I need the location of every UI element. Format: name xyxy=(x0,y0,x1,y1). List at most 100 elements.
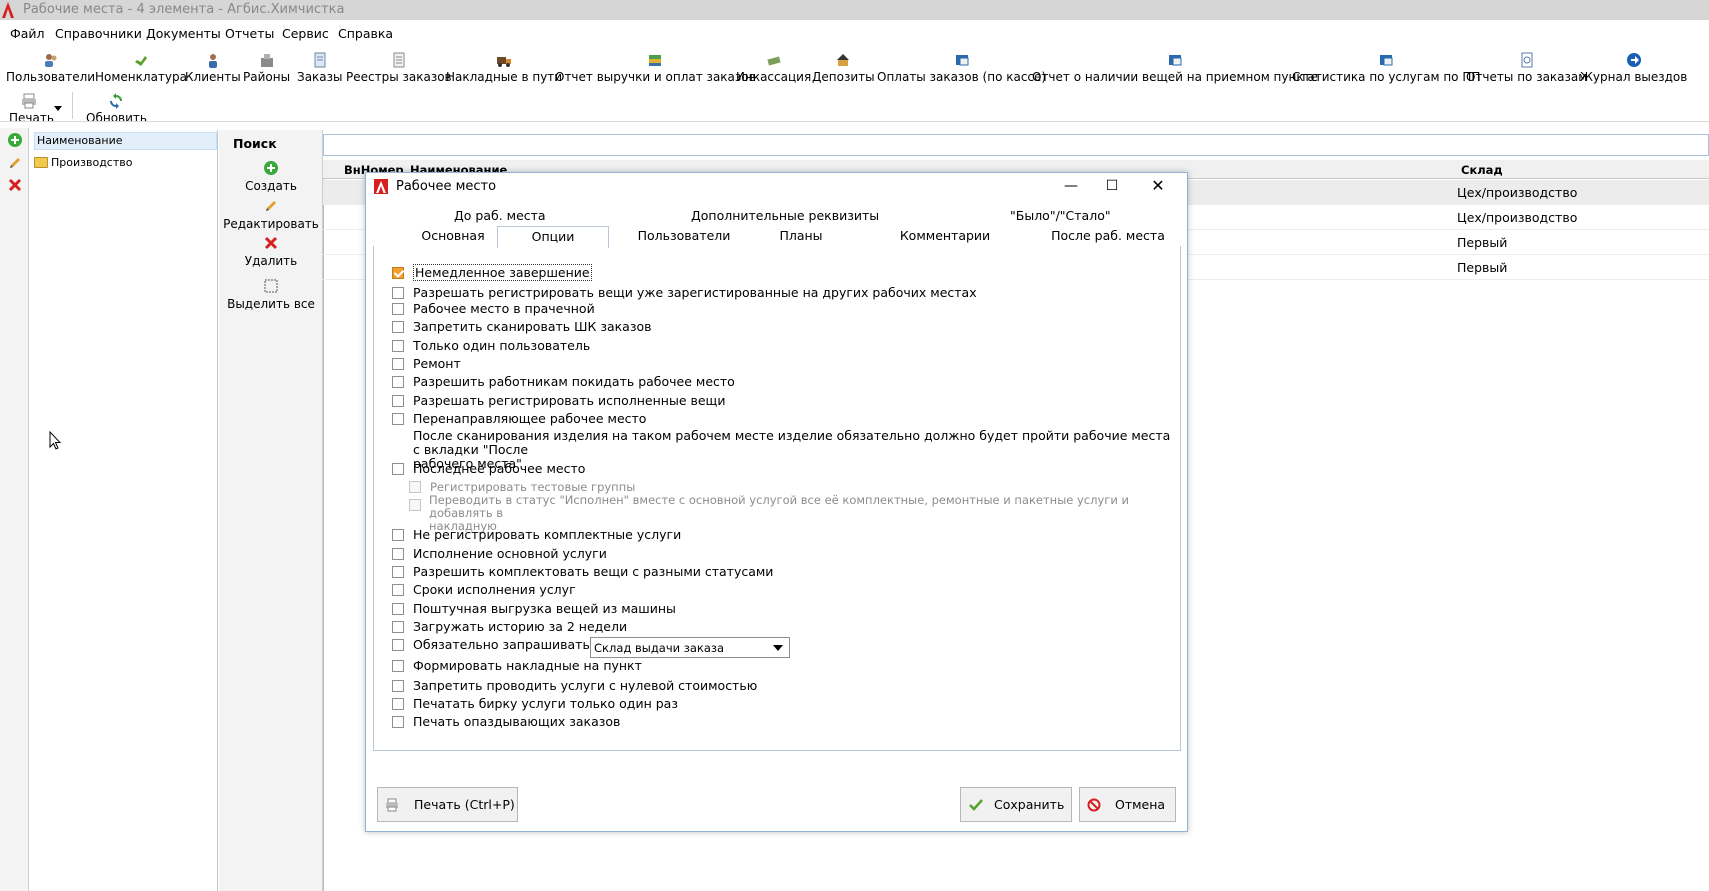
checkbox[interactable] xyxy=(392,320,404,333)
menu-reports[interactable]: Отчеты xyxy=(225,26,274,41)
checkbox[interactable] xyxy=(392,583,404,596)
edit-button[interactable]: Редактировать xyxy=(219,199,323,231)
payments-icon xyxy=(955,55,969,66)
tree-panel xyxy=(30,130,218,891)
option-forbid-zero-cost[interactable]: Запретить проводить услуги с нулевой сто… xyxy=(392,678,757,693)
checkbox[interactable] xyxy=(392,266,404,279)
toolbar-orders-button[interactable]: Заказы xyxy=(297,52,343,84)
toolbar-stock-report-button[interactable]: Отчет о наличии вещей на приемном пункте xyxy=(1032,52,1318,84)
checkbox[interactable] xyxy=(392,638,404,651)
menu-references[interactable]: Справочники xyxy=(55,26,142,41)
tab-options[interactable]: Опции xyxy=(497,226,609,248)
option-allow-register-completed[interactable]: Разрешать регистрировать исполненные вещ… xyxy=(392,393,725,408)
checkbox[interactable] xyxy=(392,715,404,728)
delete-button[interactable]: Удалить xyxy=(219,236,323,268)
option-laundry-workplace[interactable]: Рабочее место в прачечной xyxy=(392,301,595,316)
tab-comments[interactable]: Комментарии xyxy=(890,226,1000,248)
option-print-tag-once[interactable]: Печатать бирку услуги только один раз xyxy=(392,696,678,711)
tab-was-became[interactable]: "Было"/"Стало" xyxy=(1010,208,1111,223)
edit-icon[interactable] xyxy=(8,156,22,170)
tab-plans[interactable]: Планы xyxy=(766,226,836,248)
search-input[interactable] xyxy=(323,134,1709,156)
option-register-test-groups[interactable]: Регистрировать тестовые группы xyxy=(409,480,635,494)
checkbox[interactable] xyxy=(392,565,404,578)
menu-documents[interactable]: Документы xyxy=(146,26,221,41)
toolbar-deposits-button[interactable]: Депозиты xyxy=(812,52,875,84)
delete-icon[interactable] xyxy=(8,178,22,192)
checkbox[interactable] xyxy=(392,697,404,710)
option-allow-mixed-statuses[interactable]: Разрешить комплектовать вещи с разными с… xyxy=(392,564,773,579)
checkbox[interactable] xyxy=(392,679,404,692)
checkbox[interactable] xyxy=(392,547,404,560)
minimize-icon[interactable]: — xyxy=(1061,177,1081,195)
select-all-button[interactable]: Выделить все xyxy=(219,279,323,311)
column-warehouse[interactable]: Склад xyxy=(1461,163,1503,177)
select-all-icon xyxy=(264,279,278,293)
checkbox[interactable] xyxy=(392,620,404,633)
toolbar-trips-journal-button[interactable]: Журнал выездов xyxy=(1580,52,1687,84)
checkbox[interactable] xyxy=(392,302,404,315)
option-allow-registered-elsewhere[interactable]: Разрешать регистрировать вещи уже зареги… xyxy=(392,285,977,300)
chevron-down-icon[interactable] xyxy=(773,645,783,651)
checkbox[interactable] xyxy=(409,499,421,511)
tree-header[interactable]: Наименование xyxy=(34,132,217,150)
tab-users[interactable]: Пользователи xyxy=(634,226,734,248)
menu-help[interactable]: Справка xyxy=(338,26,393,41)
close-icon[interactable]: ✕ xyxy=(1148,177,1168,195)
tab-main[interactable]: Основная xyxy=(408,226,498,248)
option-immediate-completion[interactable]: Немедленное завершение xyxy=(392,264,592,281)
toolbar-stats-button[interactable]: Статистика по услугам по ПП xyxy=(1292,52,1480,84)
checkbox[interactable] xyxy=(392,357,404,370)
checkbox[interactable] xyxy=(392,602,404,615)
cancel-button[interactable]: Отмена xyxy=(1079,787,1176,822)
toolbar-clients-button[interactable]: Клиенты xyxy=(185,52,241,84)
checkbox[interactable] xyxy=(409,481,421,493)
checkbox[interactable] xyxy=(392,462,404,475)
checkbox[interactable] xyxy=(392,339,404,352)
tab-after-workplace[interactable]: После раб. места xyxy=(1043,226,1173,248)
option-print-late-orders[interactable]: Печать опаздывающих заказов xyxy=(392,714,620,729)
toolbar-nomenclature-button[interactable]: Номенклатура xyxy=(95,52,187,84)
toolbar-invoices-button[interactable]: Накладные в пути xyxy=(446,52,562,84)
stats-icon xyxy=(1380,55,1393,66)
option-repair[interactable]: Ремонт xyxy=(392,356,461,371)
option-allow-leave-workplace[interactable]: Разрешить работникам покидать рабочее ме… xyxy=(392,374,735,389)
toolbar-registry-button[interactable]: Реестры заказов xyxy=(346,52,452,84)
option-form-invoices[interactable]: Формировать накладные на пункт xyxy=(392,658,642,673)
toolbar-order-reports-button[interactable]: Отчеты по заказам xyxy=(1466,52,1587,84)
option-forbid-scan-barcodes[interactable]: Запретить сканировать ШК заказов xyxy=(392,319,652,334)
toolbar-revenue-report-button[interactable]: Отчет выручки и оплат заказов xyxy=(555,52,756,84)
checkbox[interactable] xyxy=(392,528,404,541)
option-last-workplace[interactable]: Последнее рабочее место xyxy=(392,461,585,476)
tree-node-production[interactable]: Производство xyxy=(34,154,217,172)
option-single-user[interactable]: Только один пользователь xyxy=(392,338,590,353)
checkbox[interactable] xyxy=(392,412,404,425)
toolbar-districts-button[interactable]: Районы xyxy=(243,52,290,84)
save-button[interactable]: Сохранить xyxy=(960,787,1072,822)
add-icon[interactable] xyxy=(8,133,22,147)
option-piecewise-unloading[interactable]: Поштучная выгрузка вещей из машины xyxy=(392,601,676,616)
checkbox[interactable] xyxy=(392,375,404,388)
toolbar-users-button[interactable]: Пользователи xyxy=(6,52,95,84)
tab-additional-details[interactable]: Дополнительные реквизиты xyxy=(691,208,879,223)
client-icon xyxy=(208,54,217,68)
toolbar-collection-button[interactable]: Инкассация xyxy=(736,52,811,84)
option-no-register-kit-services[interactable]: Не регистрировать комплектные услуги xyxy=(392,527,681,542)
chevron-down-icon[interactable] xyxy=(54,106,62,111)
menu-service[interactable]: Сервис xyxy=(282,26,329,41)
cancel-icon xyxy=(1087,798,1101,812)
invoice-point-select[interactable]: Склад выдачи заказа xyxy=(590,637,790,658)
option-service-deadlines[interactable]: Сроки исполнения услуг xyxy=(392,582,576,597)
maximize-icon[interactable]: ☐ xyxy=(1102,177,1122,195)
toolbar-payments-button[interactable]: Оплаты заказов (по кассе) xyxy=(877,52,1046,84)
checkbox[interactable] xyxy=(392,286,404,299)
create-button[interactable]: Создать xyxy=(219,161,323,193)
option-redirecting-workplace[interactable]: Перенаправляющее рабочее место xyxy=(392,411,646,426)
checkbox[interactable] xyxy=(392,659,404,672)
checkbox[interactable] xyxy=(392,394,404,407)
option-main-service-execution[interactable]: Исполнение основной услуги xyxy=(392,546,607,561)
menu-file[interactable]: Файл xyxy=(10,26,45,41)
option-load-history-2-weeks[interactable]: Загружать историю за 2 недели xyxy=(392,619,627,634)
tab-before-workplace[interactable]: До раб. места xyxy=(454,208,546,223)
print-button[interactable]: Печать (Ctrl+P) xyxy=(377,787,518,822)
